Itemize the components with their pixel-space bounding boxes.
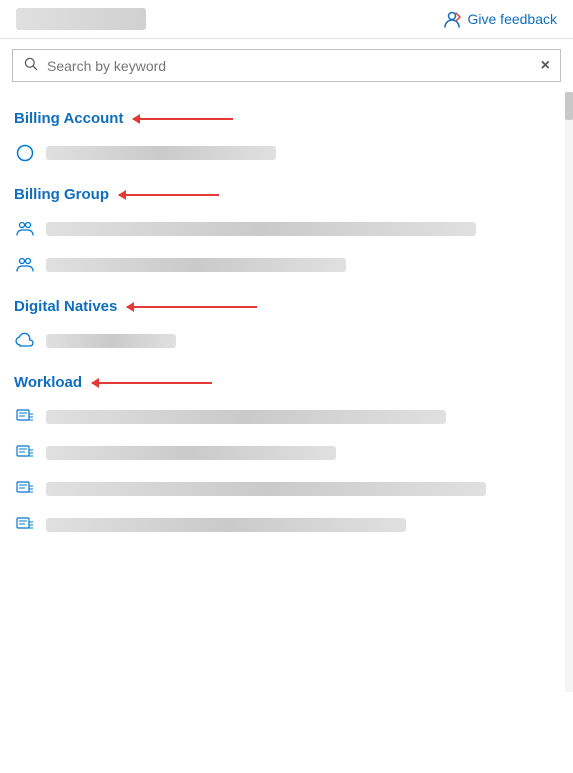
billing-group-title: Billing Group [14,186,109,203]
search-bar: × [12,49,561,82]
content-area: Billing Account Billing Group [0,92,573,551]
billing-account-title: Billing Account [14,110,123,127]
digital-natives-title: Digital Natives [14,298,117,315]
billing-group-section: Billing Group [12,176,573,283]
billing-group-header: Billing Group [12,176,573,211]
billing-account-arrow [133,118,233,120]
workload-item-4[interactable] [12,507,573,543]
search-input[interactable] [47,58,541,74]
billing-group-item-1[interactable] [12,211,573,247]
workload-bar-4 [46,518,406,532]
workload-icon-4 [14,514,36,536]
group-icon-1 [14,218,36,240]
workload-title: Workload [14,374,82,391]
billing-account-section: Billing Account [12,100,573,171]
arrow-line-2 [119,194,219,196]
billing-group-bar-2 [46,258,346,272]
arrow-line-4 [92,382,212,384]
billing-account-bar [46,146,276,160]
digital-natives-bar [46,334,176,348]
arrow-line-3 [127,306,257,308]
workload-item-3[interactable] [12,471,573,507]
billing-account-header: Billing Account [12,100,573,135]
header: Give feedback [0,0,573,39]
workload-icon-1 [14,406,36,428]
workload-item-1[interactable] [12,399,573,435]
arrow-head-4 [91,378,99,388]
workload-section: Workload [12,364,573,543]
digital-natives-section: Digital Natives [12,288,573,359]
workload-bar-1 [46,410,446,424]
digital-natives-arrow [127,306,257,308]
search-icon [23,56,39,75]
workload-bar-3 [46,482,486,496]
workload-item-2[interactable] [12,435,573,471]
workload-icon-3 [14,478,36,500]
workload-arrow [92,382,212,384]
billing-account-item-1[interactable] [12,135,573,171]
feedback-icon [442,9,462,29]
arrow-line [133,118,233,120]
workload-icon-2 [14,442,36,464]
arrow-head-2 [118,190,126,200]
arrow-head-3 [126,302,134,312]
group-icon-2 [14,254,36,276]
digital-natives-header: Digital Natives [12,288,573,323]
give-feedback-button[interactable]: Give feedback [222,9,558,29]
avatar-placeholder [16,8,146,30]
billing-group-item-2[interactable] [12,247,573,283]
billing-group-bar-1 [46,222,476,236]
cloud-icon [14,330,36,352]
digital-natives-item-1[interactable] [12,323,573,359]
workload-bar-2 [46,446,336,460]
give-feedback-label: Give feedback [468,11,558,27]
workload-header: Workload [12,364,573,399]
billing-group-arrow [119,194,219,196]
search-clear-button[interactable]: × [541,57,550,75]
circle-icon [14,142,36,164]
arrow-head [132,114,140,124]
